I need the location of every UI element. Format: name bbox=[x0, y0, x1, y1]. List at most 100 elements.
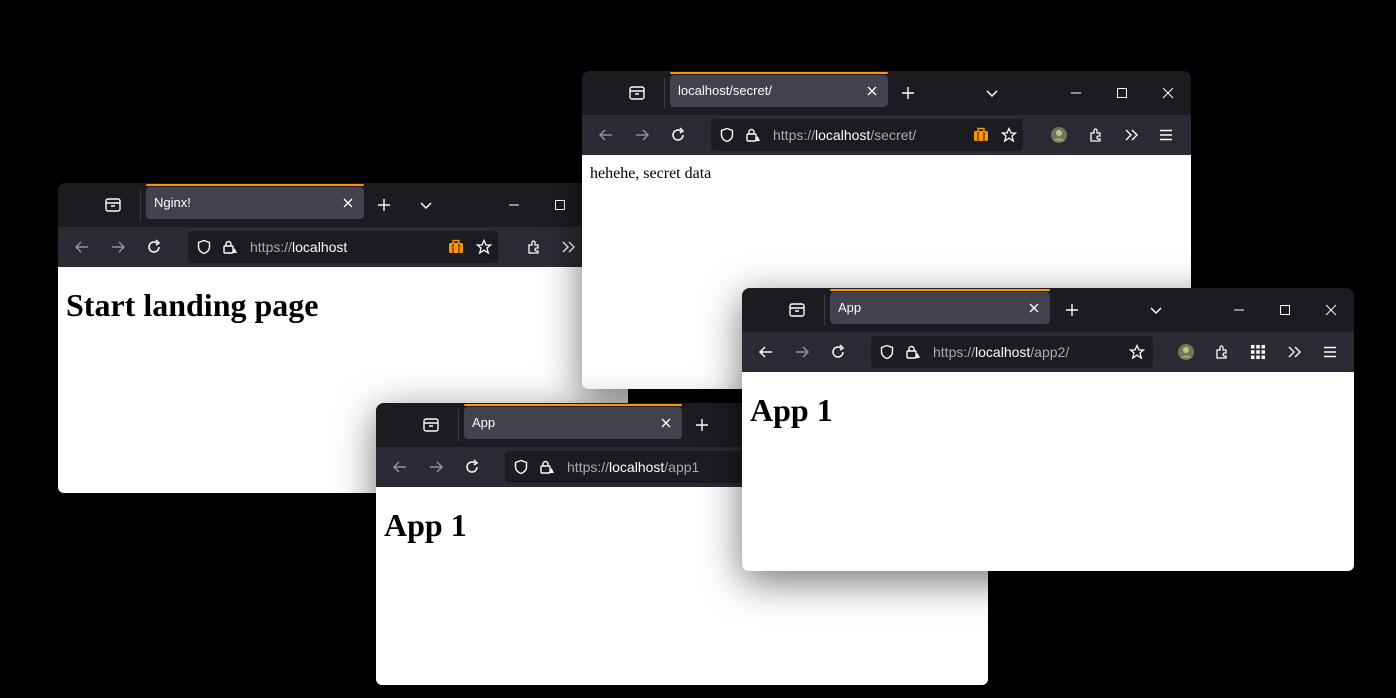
page-heading: Start landing page bbox=[66, 287, 319, 323]
plus-icon[interactable] bbox=[1060, 298, 1084, 322]
menu-icon[interactable] bbox=[1318, 340, 1342, 364]
insecure-lock-icon[interactable] bbox=[222, 239, 238, 255]
star-icon[interactable] bbox=[1129, 344, 1145, 360]
url-text: https://localhost bbox=[250, 239, 347, 255]
close-icon[interactable] bbox=[1026, 300, 1042, 316]
overflow-icon[interactable] bbox=[1282, 340, 1306, 364]
tab-title: App bbox=[838, 300, 862, 315]
extensions-icon[interactable] bbox=[1210, 340, 1234, 364]
back-arrow-icon[interactable] bbox=[388, 455, 412, 479]
maximize-icon[interactable] bbox=[1273, 298, 1297, 322]
page-content: App 1 bbox=[742, 372, 1354, 571]
chevron-down-icon[interactable] bbox=[414, 193, 438, 217]
back-arrow-icon[interactable] bbox=[70, 235, 94, 259]
minimize-icon[interactable] bbox=[1227, 298, 1251, 322]
tab-groups-icon[interactable] bbox=[102, 194, 124, 216]
tab-title: App bbox=[472, 415, 496, 430]
avatar-icon[interactable] bbox=[1047, 123, 1071, 147]
url-path: /secret/ bbox=[870, 127, 917, 143]
tab-groups-icon[interactable] bbox=[786, 299, 808, 321]
forward-arrow-icon[interactable] bbox=[106, 235, 130, 259]
tab-separator bbox=[140, 189, 141, 221]
url-host: localhost bbox=[292, 239, 348, 255]
url-path: /app2/ bbox=[1030, 344, 1070, 360]
url-bar[interactable]: https://localhost/secret/ bbox=[711, 119, 1023, 151]
tracking-shield-icon[interactable] bbox=[719, 127, 735, 143]
url-text: https://localhost/secret/ bbox=[773, 127, 916, 143]
extensions-icon[interactable] bbox=[522, 235, 546, 259]
reload-icon[interactable] bbox=[666, 123, 690, 147]
insecure-lock-icon[interactable] bbox=[539, 459, 555, 475]
reload-icon[interactable] bbox=[826, 340, 850, 364]
minimize-icon[interactable] bbox=[1064, 81, 1088, 105]
navigation-toolbar: https://localhost/secret/ bbox=[582, 115, 1191, 155]
browser-window-app2[interactable]: App https://localhost/app2/ App 1 bbox=[742, 288, 1354, 571]
insecure-lock-icon[interactable] bbox=[905, 344, 921, 360]
url-host: localhost bbox=[815, 127, 871, 143]
url-bar[interactable]: https://localhost bbox=[188, 231, 498, 263]
back-arrow-icon[interactable] bbox=[594, 123, 618, 147]
forward-arrow-icon[interactable] bbox=[630, 123, 654, 147]
close-icon[interactable] bbox=[340, 195, 356, 211]
url-path: /app1 bbox=[664, 459, 700, 475]
url-scheme: https:// bbox=[933, 344, 976, 360]
briefcase-icon[interactable] bbox=[448, 239, 464, 255]
url-scheme: https:// bbox=[567, 459, 610, 475]
page-heading: App 1 bbox=[384, 507, 467, 543]
chevron-down-icon[interactable] bbox=[980, 81, 1004, 105]
page-heading: App 1 bbox=[750, 392, 833, 428]
minimize-icon[interactable] bbox=[502, 193, 526, 217]
forward-arrow-icon[interactable] bbox=[790, 340, 814, 364]
tracking-shield-icon[interactable] bbox=[196, 239, 212, 255]
titlebar: localhost/secret/ bbox=[582, 71, 1191, 115]
close-window-icon[interactable] bbox=[1156, 81, 1180, 105]
tab-active[interactable]: localhost/secret/ bbox=[670, 72, 888, 107]
menu-icon[interactable] bbox=[1154, 123, 1178, 147]
star-icon[interactable] bbox=[476, 239, 492, 255]
tab-groups-icon[interactable] bbox=[420, 414, 442, 436]
tracking-shield-icon[interactable] bbox=[513, 459, 529, 475]
url-host: localhost bbox=[609, 459, 665, 475]
page-paragraph: hehehe, secret data bbox=[590, 165, 712, 182]
reload-icon[interactable] bbox=[460, 455, 484, 479]
grid-icon[interactable] bbox=[1246, 340, 1270, 364]
url-host: localhost bbox=[975, 344, 1031, 360]
close-window-icon[interactable] bbox=[1319, 298, 1343, 322]
overflow-icon[interactable] bbox=[556, 235, 580, 259]
url-text: https://localhost/app1 bbox=[567, 459, 699, 475]
tab-separator bbox=[664, 77, 665, 109]
navigation-toolbar: https://localhost bbox=[58, 227, 628, 267]
tracking-shield-icon[interactable] bbox=[879, 344, 895, 360]
url-scheme: https:// bbox=[773, 127, 816, 143]
tab-title: localhost/secret/ bbox=[678, 83, 772, 98]
plus-icon[interactable] bbox=[372, 193, 396, 217]
close-icon[interactable] bbox=[658, 415, 674, 431]
plus-icon[interactable] bbox=[690, 413, 714, 437]
url-bar[interactable]: https://localhost/app2/ bbox=[871, 336, 1153, 368]
navigation-toolbar: https://localhost/app2/ bbox=[742, 332, 1354, 372]
tab-groups-icon[interactable] bbox=[626, 82, 648, 104]
back-arrow-icon[interactable] bbox=[754, 340, 778, 364]
star-icon[interactable] bbox=[1001, 127, 1017, 143]
tab-active[interactable]: App bbox=[830, 289, 1050, 324]
maximize-icon[interactable] bbox=[548, 193, 572, 217]
tab-separator bbox=[824, 294, 825, 326]
plus-icon[interactable] bbox=[896, 81, 920, 105]
insecure-lock-icon[interactable] bbox=[745, 127, 761, 143]
overflow-icon[interactable] bbox=[1119, 123, 1143, 147]
forward-arrow-icon[interactable] bbox=[424, 455, 448, 479]
chevron-down-icon[interactable] bbox=[1144, 298, 1168, 322]
briefcase-icon[interactable] bbox=[973, 127, 989, 143]
titlebar: App bbox=[742, 288, 1354, 332]
extensions-icon[interactable] bbox=[1084, 123, 1108, 147]
url-text: https://localhost/app2/ bbox=[933, 344, 1069, 360]
reload-icon[interactable] bbox=[142, 235, 166, 259]
titlebar: Nginx! bbox=[58, 183, 628, 227]
avatar-icon[interactable] bbox=[1174, 340, 1198, 364]
url-scheme: https:// bbox=[250, 239, 293, 255]
tab-active[interactable]: Nginx! bbox=[146, 184, 364, 219]
tab-active[interactable]: App bbox=[464, 404, 682, 439]
tab-separator bbox=[458, 409, 459, 441]
maximize-icon[interactable] bbox=[1110, 81, 1134, 105]
close-icon[interactable] bbox=[864, 83, 880, 99]
